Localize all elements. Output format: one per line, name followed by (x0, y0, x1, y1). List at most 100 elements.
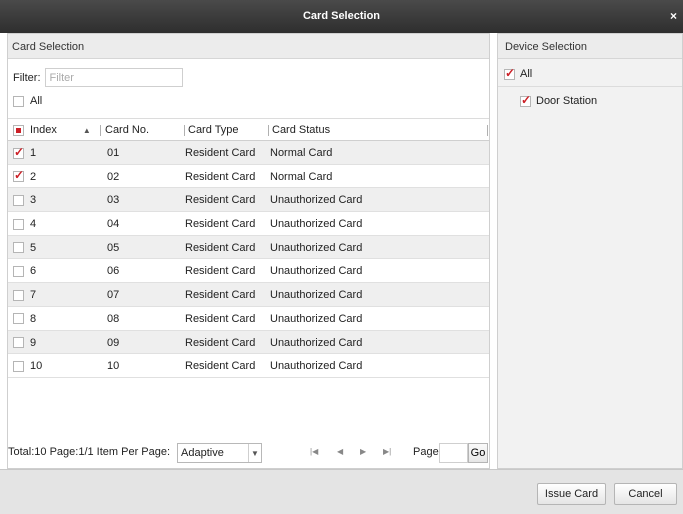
dialog-button-bar: Issue Card Cancel (0, 469, 683, 514)
page-label: Page (413, 446, 439, 458)
chevron-down-icon[interactable]: ▼ (248, 444, 261, 462)
select-all-label: All (30, 95, 43, 107)
table-row[interactable]: 6 06 Resident Card Unauthorized Card (8, 259, 489, 284)
row-checkbox[interactable] (13, 218, 24, 230)
pagination-summary: Total:10 Page:1/1 Item Per Page: (8, 446, 171, 458)
card-selection-panel: Card Selection Filter: All Index ▲ Card … (7, 33, 490, 469)
index-cell: 8 (13, 313, 36, 325)
row-checkbox[interactable] (13, 360, 24, 372)
select-all-checkbox[interactable] (13, 95, 24, 107)
filter-row: Filter: (13, 68, 183, 87)
table-header: Index ▲ Card No. Card Type Card Status (8, 118, 489, 141)
card-no-cell: 09 (107, 336, 120, 349)
row-index: 10 (30, 360, 43, 373)
device-label: Door Station (536, 95, 598, 107)
filter-label: Filter: (13, 71, 41, 84)
next-page-icon[interactable]: ▶ (360, 447, 366, 456)
row-index: 6 (30, 265, 37, 278)
table-row[interactable]: 4 04 Resident Card Unauthorized Card (8, 212, 489, 236)
card-type-cell: Resident Card (185, 360, 256, 373)
card-type-cell: Resident Card (185, 241, 256, 254)
index-cell: 6 (13, 265, 36, 277)
items-per-page-select[interactable]: Adaptive ▼ (177, 443, 262, 463)
page-number-input[interactable] (439, 443, 468, 463)
first-page-icon[interactable]: |◀ (310, 447, 318, 456)
row-checkbox[interactable] (13, 242, 24, 254)
column-index-header[interactable]: Index ▲ (13, 124, 91, 136)
row-checkbox[interactable] (13, 265, 24, 277)
select-all-cards[interactable]: All (13, 95, 42, 107)
card-type-cell: Resident Card (185, 194, 256, 207)
header-checkbox[interactable] (13, 124, 24, 136)
column-card-no-header[interactable]: Card No. (105, 124, 149, 136)
filter-input[interactable] (44, 68, 183, 87)
card-status-cell: Unauthorized Card (270, 360, 363, 373)
card-status-cell: Unauthorized Card (270, 336, 363, 349)
table-row[interactable]: 7 07 Resident Card Unauthorized Card (8, 283, 489, 307)
table-row[interactable]: 1 01 Resident Card Normal Card (8, 141, 489, 165)
column-divider[interactable] (184, 125, 185, 136)
column-card-type-header[interactable]: Card Type (188, 124, 239, 136)
card-type-cell: Resident Card (185, 265, 256, 278)
index-cell: 1 (13, 145, 37, 159)
card-type-cell: Resident Card (185, 336, 256, 349)
column-divider[interactable] (268, 125, 269, 136)
select-all-devices[interactable]: All (504, 66, 532, 80)
row-checkbox[interactable] (13, 194, 24, 206)
table-row[interactable]: 10 10 Resident Card Unauthorized Card (8, 354, 489, 378)
card-status-cell: Unauthorized Card (270, 289, 363, 302)
sort-ascending-icon: ▲ (82, 125, 91, 135)
card-type-cell: Resident Card (185, 312, 256, 325)
table-row[interactable]: 5 05 Resident Card Unauthorized Card (8, 235, 489, 260)
row-checkbox[interactable] (13, 145, 24, 159)
index-cell: 10 (13, 360, 42, 372)
row-index: 7 (30, 289, 37, 302)
table-row[interactable]: 3 03 Resident Card Unauthorized Card (8, 188, 489, 213)
table-row[interactable]: 8 08 Resident Card Unauthorized Card (8, 307, 489, 331)
go-button[interactable]: Go (468, 443, 488, 463)
index-cell: 4 (13, 218, 36, 230)
row-index: 4 (30, 218, 37, 231)
card-type-cell: Resident Card (185, 170, 256, 183)
column-card-status-header[interactable]: Card Status (272, 124, 330, 136)
row-checkbox[interactable] (13, 313, 24, 325)
card-no-cell: 04 (107, 218, 120, 231)
index-cell: 7 (13, 289, 36, 301)
card-table: Index ▲ Card No. Card Type Card Status 1… (8, 118, 489, 378)
row-checkbox[interactable] (13, 337, 24, 348)
card-status-cell: Unauthorized Card (270, 265, 363, 278)
device-selection-header: Device Selection (498, 34, 682, 59)
card-status-cell: Unauthorized Card (270, 241, 363, 254)
previous-page-icon[interactable]: ◀ (337, 447, 343, 456)
card-status-cell: Normal Card (270, 170, 333, 183)
column-divider[interactable] (487, 125, 488, 136)
row-index: 5 (30, 241, 37, 254)
table-body: 101Resident CardNormal Card202Resident C… (8, 141, 489, 378)
divider (498, 86, 682, 87)
row-checkbox[interactable] (13, 168, 24, 183)
last-page-icon[interactable]: ▶| (383, 447, 391, 456)
table-row[interactable]: 9 09 Resident Card Unauthorized Card (8, 330, 489, 355)
cancel-button[interactable]: Cancel (614, 483, 677, 505)
device-checkbox[interactable] (520, 93, 531, 107)
card-no-cell: 08 (107, 312, 120, 325)
table-row[interactable]: 2 02 Resident Card Normal Card (8, 165, 489, 189)
card-type-cell: Resident Card (185, 147, 256, 159)
column-divider[interactable] (100, 125, 101, 136)
card-status-cell: Unauthorized Card (270, 218, 363, 231)
row-checkbox[interactable] (13, 289, 24, 301)
card-no-cell: 10 (107, 360, 120, 373)
column-index-label: Index (30, 124, 57, 136)
device-item-door-station[interactable]: Door Station (520, 93, 598, 107)
card-status-cell: Normal Card (270, 147, 333, 159)
title-bar: Card Selection × (0, 0, 683, 33)
row-index: 8 (30, 312, 37, 325)
index-cell: 3 (13, 194, 36, 206)
row-index: 1 (30, 147, 37, 159)
card-no-cell: 07 (107, 289, 120, 302)
card-no-cell: 06 (107, 265, 120, 278)
close-icon[interactable]: × (670, 9, 677, 23)
select-all-devices-checkbox[interactable] (504, 66, 515, 80)
row-index: 3 (30, 194, 37, 207)
issue-card-button[interactable]: Issue Card (537, 483, 606, 505)
